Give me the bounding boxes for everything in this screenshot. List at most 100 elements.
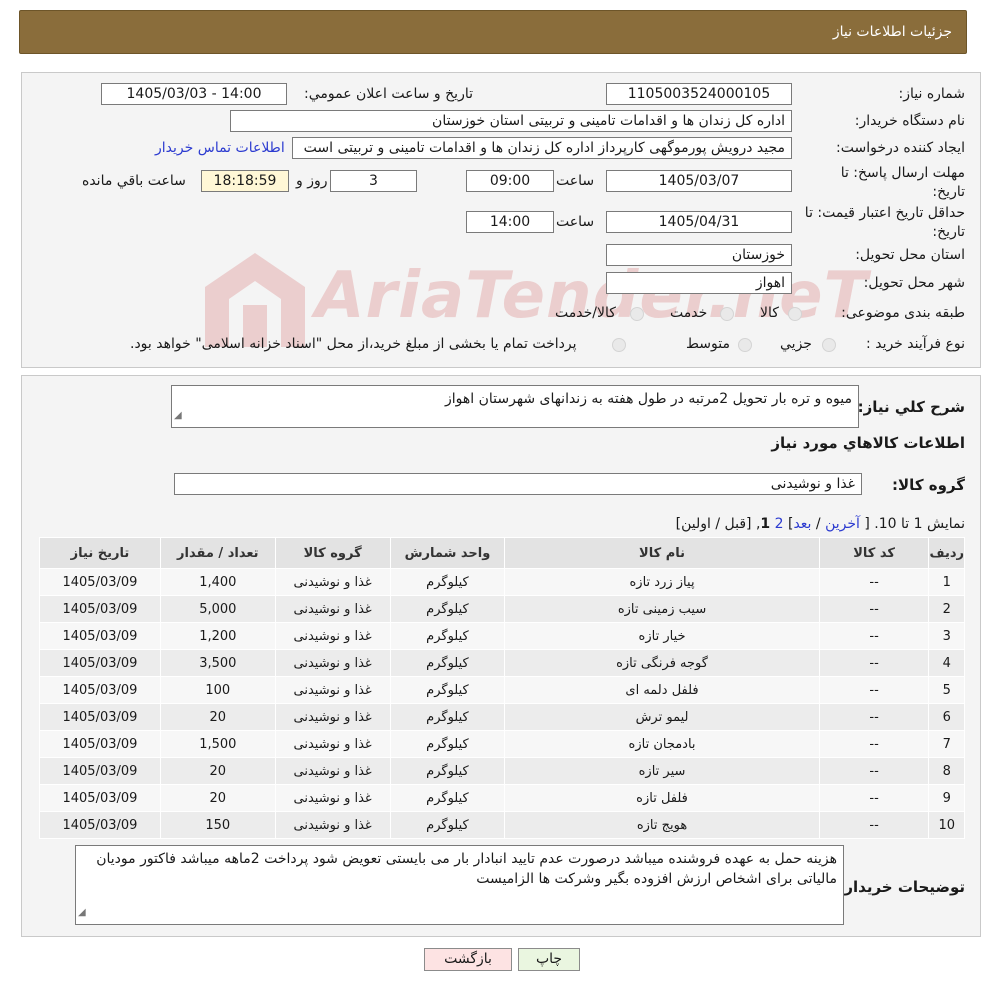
table-row: 3 -- خیار تازه کیلوگرم غذا و نوشیدنی 1,200 140…: [39, 622, 965, 650]
print-button[interactable]: چاپ: [518, 948, 580, 971]
items-table: رديف کد کالا نام کالا واحد شمارش گروه کا…: [39, 537, 965, 839]
cell-group: غذا و نوشیدنی: [274, 730, 391, 758]
validity-date-field: 1405/04/31: [606, 211, 792, 233]
cell-quantity: 5,000: [159, 595, 276, 623]
cell-item-code: --: [818, 703, 930, 731]
summary-text: میوه و تره بار تحویل 2مرتبه در طول هفته …: [171, 385, 859, 428]
pagination-rest: [قبل / اولین]: [675, 516, 752, 532]
buyer-contact-link[interactable]: اطلاعات تماس خريدار: [155, 140, 285, 156]
cell-group: غذا و نوشیدنی: [274, 568, 391, 596]
need-number-label: شماره نیاز:: [898, 86, 966, 102]
cell-need-date: 1405/03/09: [39, 757, 161, 785]
category-radio-service[interactable]: [720, 307, 734, 321]
cell-row-number: 5: [928, 676, 965, 704]
deadline-time-label: ساعت: [556, 173, 595, 189]
cell-quantity: 1,500: [159, 730, 276, 758]
cell-group: غذا و نوشیدنی: [274, 811, 391, 839]
cell-need-date: 1405/03/09: [39, 784, 161, 812]
deadline-date-field: 1405/03/07: [606, 170, 792, 192]
table-row: 2 -- سیب زمینی تازه کیلوگرم غذا و نوشیدنی 5,0…: [39, 595, 965, 623]
category-option-goods-service: کالا/خدمت: [555, 305, 616, 321]
cell-unit: کیلوگرم: [389, 595, 506, 623]
cell-item-code: --: [818, 730, 930, 758]
table-body: 1 -- پیاز زرد تازه کیلوگرم غذا و نوشیدنی 1,40…: [39, 568, 965, 839]
table-row: 5 -- فلفل دلمه ای کیلوگرم غذا و نوشیدنی 100 14…: [39, 676, 965, 704]
cell-unit: کیلوگرم: [389, 730, 506, 758]
cell-unit: کیلوگرم: [389, 784, 506, 812]
pagination-sep: /: [815, 516, 821, 532]
summary-text-value: میوه و تره بار تحویل 2مرتبه در طول هفته …: [445, 391, 852, 407]
cell-item-code: --: [818, 595, 930, 623]
page-header: جزئیات اطلاعات نیاز: [19, 10, 967, 54]
col-qty-header: تعداد / مقدار: [159, 537, 276, 569]
cell-quantity: 150: [159, 811, 276, 839]
resize-handle-icon[interactable]: ◢: [174, 406, 182, 426]
buyer-notes-label: توضيحات خريدار:: [838, 878, 965, 896]
cell-row-number: 9: [928, 784, 965, 812]
pagination-page-2[interactable]: 2: [775, 516, 784, 532]
back-button[interactable]: بازگشت: [424, 948, 512, 971]
cell-item-name: فلفل تازه: [504, 784, 820, 812]
cell-item-code: --: [818, 649, 930, 677]
cell-item-name: گوجه فرنگی تازه: [504, 649, 820, 677]
col-date-header: تاريخ نياز: [39, 537, 161, 569]
col-group-header: گروه کالا: [274, 537, 391, 569]
cell-row-number: 6: [928, 703, 965, 731]
remaining-days-field: 3: [330, 170, 417, 192]
cell-unit: کیلوگرم: [389, 568, 506, 596]
cell-unit: کیلوگرم: [389, 676, 506, 704]
cell-row-number: 8: [928, 757, 965, 785]
province-field: خوزستان: [606, 244, 792, 266]
cell-need-date: 1405/03/09: [39, 730, 161, 758]
cell-item-name: لیمو ترش: [504, 703, 820, 731]
process-radio-medium[interactable]: [738, 338, 752, 352]
cell-item-name: پیاز زرد تازه: [504, 568, 820, 596]
pagination-next-link[interactable]: بعد: [793, 516, 811, 532]
deadline-label-date: تاريخ:: [932, 184, 965, 200]
cell-need-date: 1405/03/09: [39, 811, 161, 839]
cell-need-date: 1405/03/09: [39, 568, 161, 596]
process-radio-minor[interactable]: [822, 338, 836, 352]
remaining-label: ساعت باقي مانده: [82, 173, 186, 189]
cell-row-number: 3: [928, 622, 965, 650]
creator-field: مجید درویش پورموگهی کارپرداز اداره کل زن…: [292, 137, 792, 159]
col-name-header: نام کالا: [504, 537, 820, 569]
cell-item-name: خیار تازه: [504, 622, 820, 650]
cell-quantity: 1,400: [159, 568, 276, 596]
col-code-header: کد کالا: [818, 537, 930, 569]
cell-item-name: هویج تازه: [504, 811, 820, 839]
table-row: 8 -- سیر تازه کیلوگرم غذا و نوشیدنی 20 1405/03…: [39, 757, 965, 785]
goods-group-label: گروه کالا:: [892, 476, 965, 494]
pagination-last-link[interactable]: آخرین: [825, 516, 860, 532]
process-label: نوع فرآيند خريد :: [866, 336, 965, 352]
cell-group: غذا و نوشیدنی: [274, 622, 391, 650]
cell-row-number: 7: [928, 730, 965, 758]
category-radio-goods-service[interactable]: [630, 307, 644, 321]
goods-group-field: غذا و نوشیدنی: [174, 473, 862, 495]
cell-need-date: 1405/03/09: [39, 649, 161, 677]
cell-quantity: 3,500: [159, 649, 276, 677]
validity-label-date: تاريخ:: [932, 224, 965, 240]
days-label: روز و: [296, 173, 328, 189]
cell-item-name: بادمجان تازه: [504, 730, 820, 758]
treasury-checkbox[interactable]: [612, 338, 626, 352]
cell-group: غذا و نوشیدنی: [274, 676, 391, 704]
cell-need-date: 1405/03/09: [39, 676, 161, 704]
cell-item-code: --: [818, 757, 930, 785]
process-option-minor: جزيي: [780, 336, 812, 352]
cell-unit: کیلوگرم: [389, 703, 506, 731]
cell-row-number: 4: [928, 649, 965, 677]
resize-handle-icon[interactable]: ◢: [78, 903, 86, 923]
table-row: 7 -- بادمجان تازه کیلوگرم غذا و نوشیدنی 1,500…: [39, 730, 965, 758]
announce-label: تاریخ و ساعت اعلان عمومي:: [304, 86, 473, 102]
cell-group: غذا و نوشیدنی: [274, 784, 391, 812]
cell-item-name: فلفل دلمه ای: [504, 676, 820, 704]
cell-quantity: 20: [159, 784, 276, 812]
pagination-prefix: نمایش 1 تا 10. [: [864, 516, 965, 532]
category-radio-goods[interactable]: [788, 307, 802, 321]
table-row: 1 -- پیاز زرد تازه کیلوگرم غذا و نوشیدنی 1,40…: [39, 568, 965, 596]
category-option-goods: کالا: [760, 305, 779, 321]
category-option-service: خدمت: [670, 305, 708, 321]
goods-section-title: اطلاعات کالاهاي مورد نياز: [771, 434, 965, 452]
cell-item-name: سیب زمینی تازه: [504, 595, 820, 623]
